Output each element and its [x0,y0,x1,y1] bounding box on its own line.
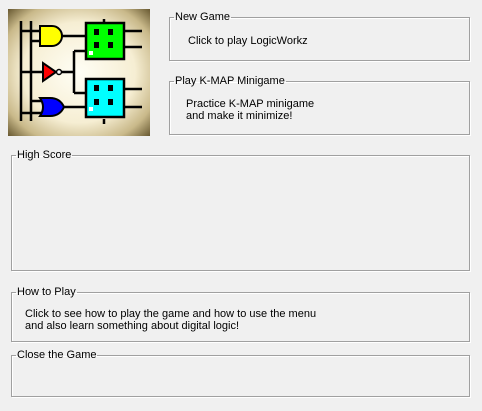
new-game-title: New Game [175,11,231,23]
logic-circuit-logo[interactable] [8,9,150,136]
how-to-play-description: Click to see how to play the game and ho… [25,308,316,332]
kmap-description-line1: Practice K-MAP minigame [186,98,315,110]
close-game-title: Close the Game [17,349,97,361]
kmap-description-line2: and make it minimize! [186,110,293,122]
high-score-title: High Score [17,149,72,161]
logic-circuit-logo-icon [8,9,150,136]
kmap-minigame-description: Practice K-MAP minigame and make it mini… [186,98,314,122]
new-game-description: Click to play LogicWorkz [188,35,308,47]
how-to-play-title: How to Play [17,286,76,298]
how-to-play-line1: Click to see how to play the game and ho… [25,308,317,320]
how-to-play-line2: and also learn something about digital l… [25,320,240,332]
kmap-minigame-title: Play K-MAP Minigame [175,75,285,87]
close-game-group[interactable]: Close the Game [11,349,470,397]
high-score-group[interactable]: High Score [11,149,470,271]
